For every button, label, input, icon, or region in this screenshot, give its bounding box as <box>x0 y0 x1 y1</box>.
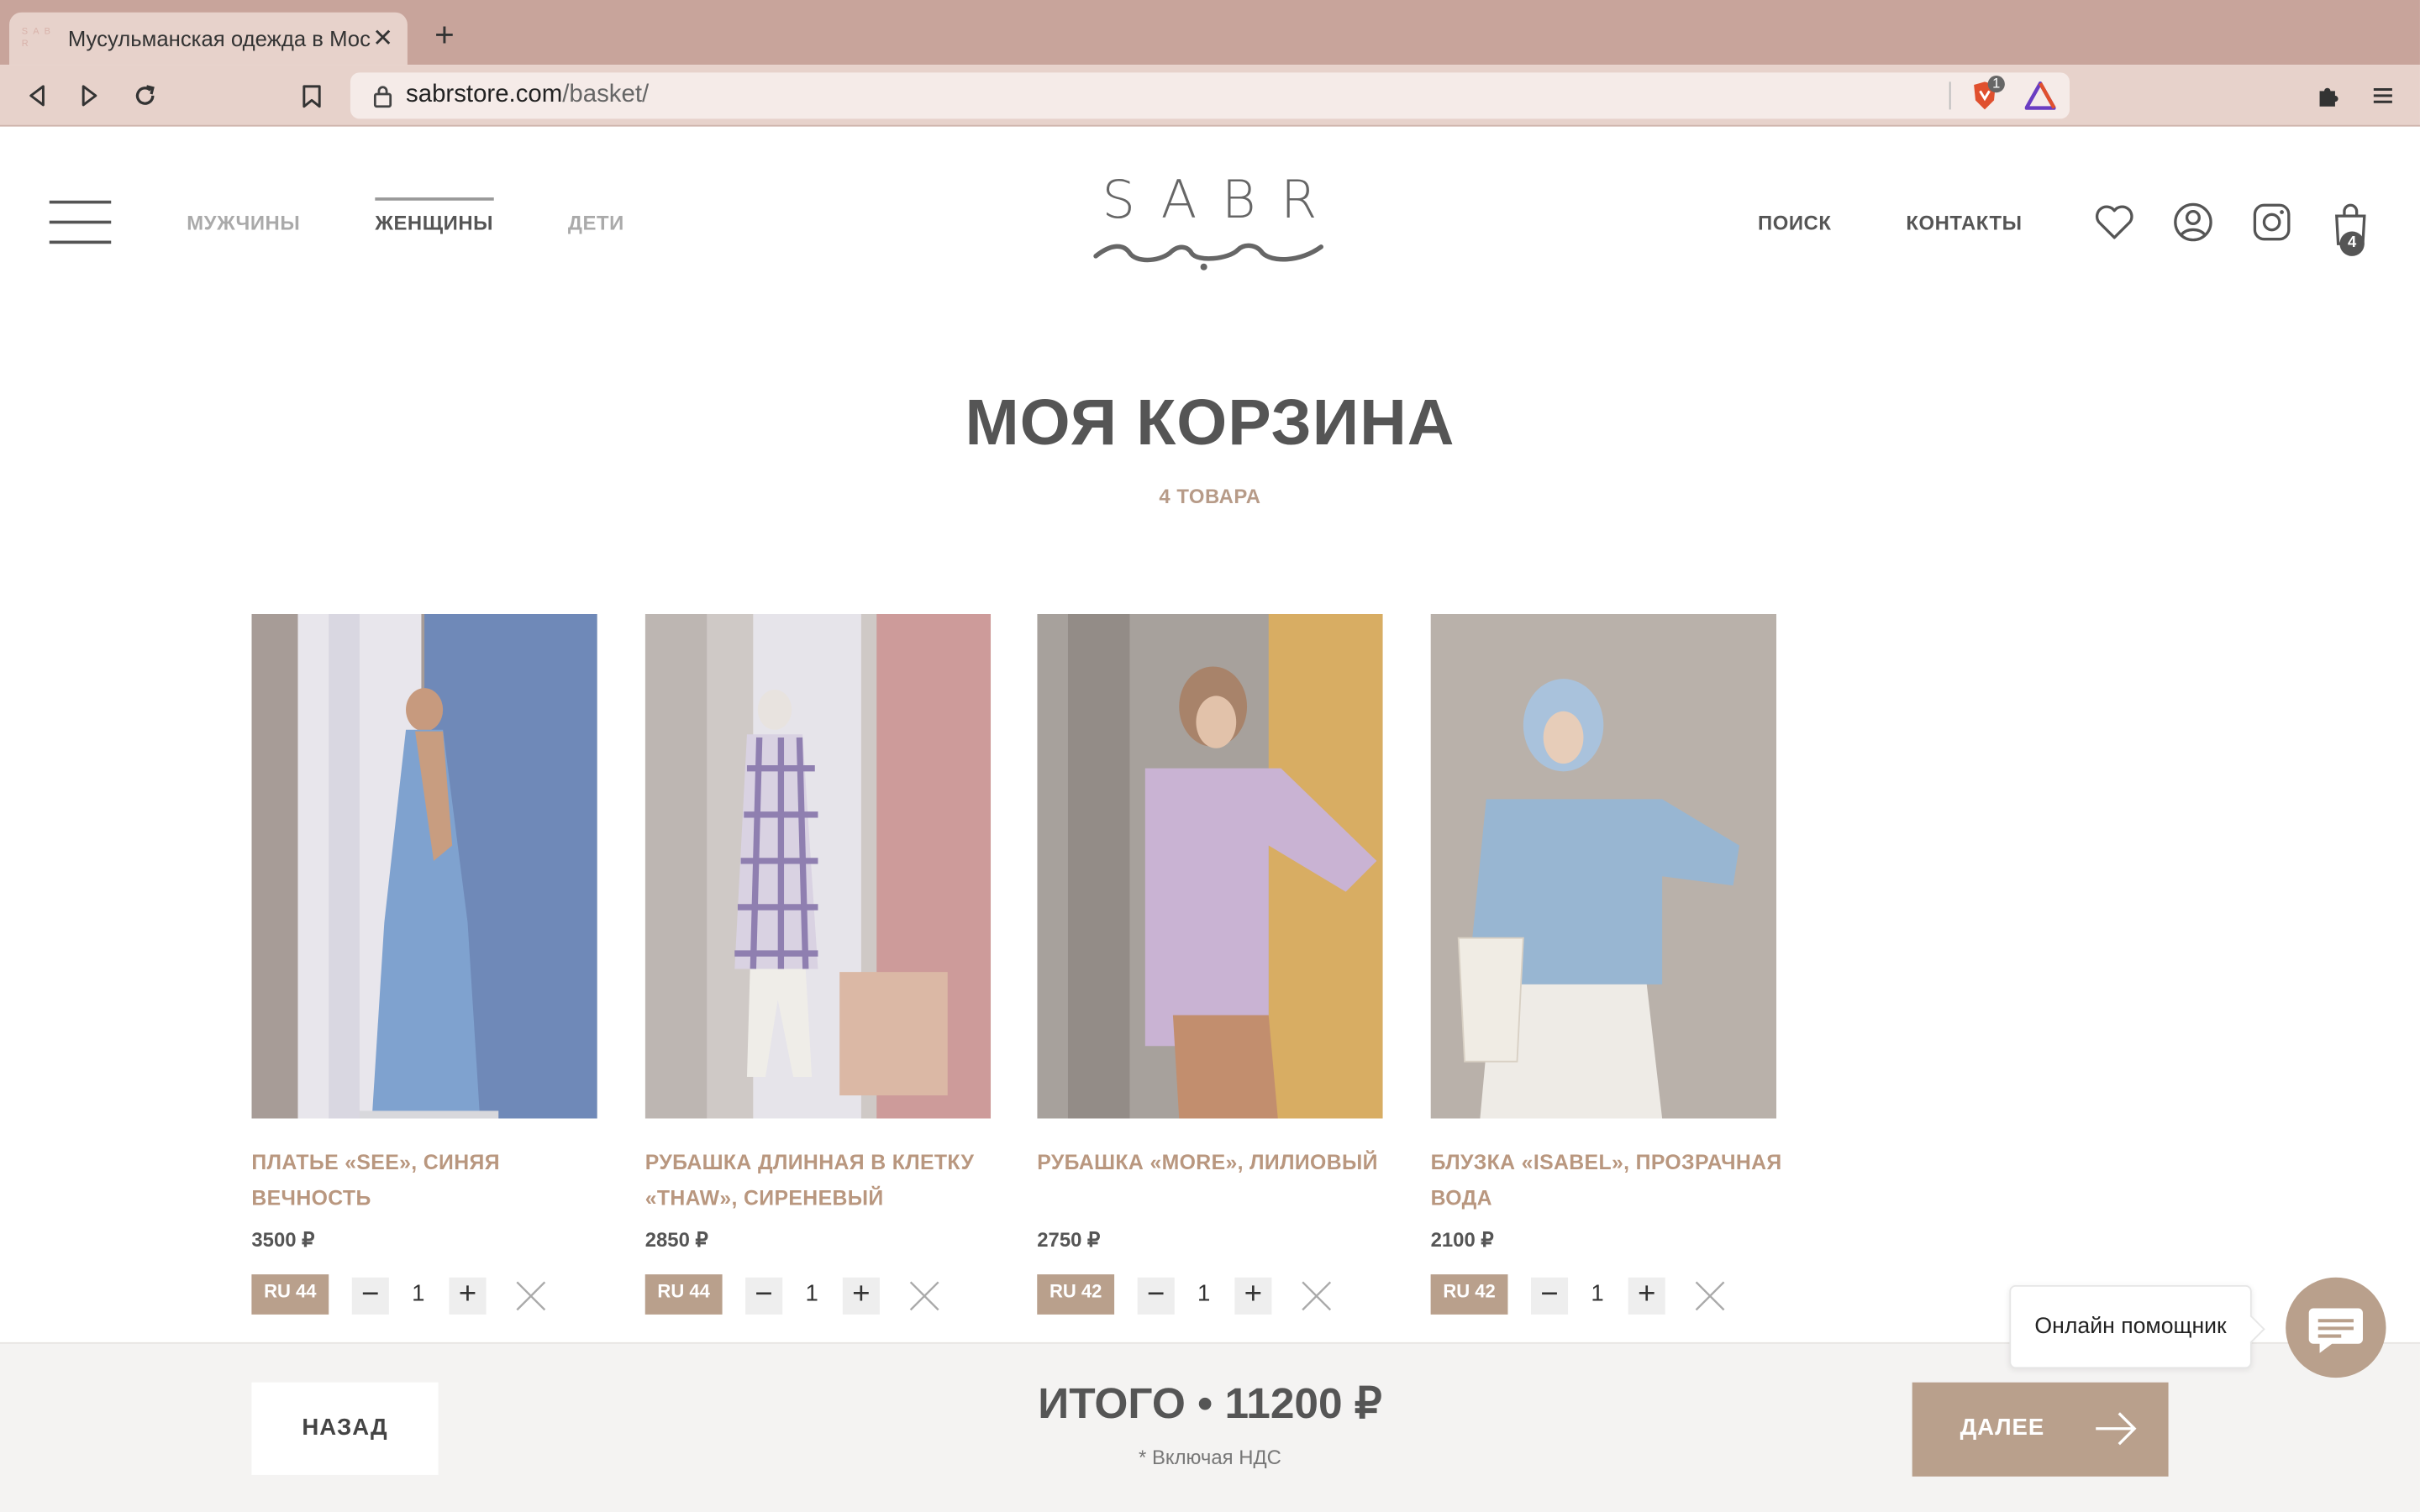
decrease-qty-button[interactable]: − <box>1531 1277 1569 1315</box>
address-bar[interactable]: sabrstore.com/basket/ 1 <box>350 72 2070 119</box>
product-name[interactable]: БЛУЗКА «ISABEL», ПРОЗРАЧНАЯ ВОДА <box>1431 1145 1786 1215</box>
browser-tabbar: S A B R Мусульманская одежда в Мос ✕ + <box>0 0 2420 66</box>
lock-icon <box>373 86 392 108</box>
logo-text: SABR <box>1102 170 1342 232</box>
nav-kids[interactable]: ДЕТИ <box>568 212 624 235</box>
product-price: 3500 ₽ <box>251 1228 315 1252</box>
back-arrow-icon[interactable] <box>18 77 55 114</box>
shield-badge: 1 <box>1987 75 2005 93</box>
extensions-icon[interactable] <box>2311 77 2348 114</box>
browser-tab[interactable]: S A B R Мусульманская одежда в Мос ✕ <box>9 12 408 66</box>
url-path: /basket/ <box>562 81 650 108</box>
chat-icon <box>2308 1308 2363 1353</box>
chat-tooltip[interactable]: Онлайн помощник <box>2009 1284 2252 1369</box>
quantity-value: 1 <box>1591 1280 1604 1307</box>
hamburger-menu-icon[interactable] <box>49 200 112 244</box>
increase-qty-button[interactable]: + <box>449 1277 487 1315</box>
items-count: 4 ТОВАРА <box>1159 484 1261 508</box>
product-name[interactable]: ПЛАТЬЕ «SEE», СИНЯЯ ВЕЧНОСТЬ <box>251 1145 606 1215</box>
remove-item-icon[interactable] <box>1693 1279 1727 1313</box>
decrease-qty-button[interactable]: − <box>1137 1277 1175 1315</box>
new-tab-button[interactable]: + <box>426 15 463 55</box>
nav-women[interactable]: ЖЕНЩИНЫ <box>375 197 493 234</box>
url-domain: sabrstore.com <box>406 81 563 108</box>
product-image[interactable] <box>644 614 992 1119</box>
favicon-icon: S A B R <box>21 28 52 50</box>
cart-count-badge: 4 <box>2339 231 2365 256</box>
logo-calligraphy-icon <box>1093 243 1323 270</box>
increase-qty-button[interactable]: + <box>1628 1277 1665 1315</box>
next-button[interactable]: ДАЛЕЕ <box>1912 1382 2169 1477</box>
reload-icon[interactable] <box>127 77 164 114</box>
page-title: МОЯ КОРЗИНА <box>965 386 1455 459</box>
size-badge: RU 42 <box>1037 1274 1115 1315</box>
product-image[interactable] <box>251 614 597 1119</box>
next-label: ДАЛЕЕ <box>1960 1415 2045 1441</box>
browser-toolbar: sabrstore.com/basket/ 1 <box>0 65 2420 127</box>
product-name[interactable]: РУБАШКА ДЛИННАЯ В КЛЕТКУ «THAW», СИРЕНЕВ… <box>645 1145 1000 1215</box>
item-controls: RU 42 − 1 + <box>1430 1274 1776 1315</box>
size-badge: RU 44 <box>251 1274 329 1315</box>
rewards-icon[interactable] <box>2024 81 2056 112</box>
item-controls: RU 44 − 1 + <box>251 1274 597 1315</box>
remove-item-icon[interactable] <box>1300 1279 1334 1313</box>
forward-arrow-icon[interactable] <box>71 77 108 114</box>
product-image[interactable] <box>1037 614 1383 1119</box>
remove-item-icon[interactable] <box>908 1279 941 1313</box>
instagram-icon[interactable] <box>2250 201 2293 244</box>
nav-men[interactable]: МУЖЧИНЫ <box>187 212 300 235</box>
bookmark-icon[interactable] <box>293 77 330 114</box>
arrow-right-icon <box>2096 1412 2137 1446</box>
tab-title: Мусульманская одежда в Мос <box>67 26 371 51</box>
site-logo[interactable]: SABR <box>1090 173 1331 272</box>
user-icon[interactable] <box>2171 201 2214 244</box>
chat-button[interactable] <box>2286 1277 2386 1378</box>
product-name[interactable]: РУБАШКА «MORE», ЛИЛИОВЫЙ <box>1037 1145 1392 1180</box>
increase-qty-button[interactable]: + <box>1234 1277 1272 1315</box>
product-price: 2850 ₽ <box>644 1228 708 1252</box>
cart-item: РУБАШКА «MORE», ЛИЛИОВЫЙ 2750 ₽ RU 42 − … <box>1037 614 1383 1315</box>
increase-qty-button[interactable]: + <box>842 1277 880 1315</box>
product-price: 2750 ₽ <box>1037 1228 1101 1252</box>
decrease-qty-button[interactable]: − <box>351 1277 389 1315</box>
close-tab-icon[interactable]: ✕ <box>371 24 395 55</box>
size-badge: RU 44 <box>644 1274 723 1315</box>
product-price: 2100 ₽ <box>1430 1228 1494 1252</box>
url-text: sabrstore.com/basket/ <box>406 81 649 109</box>
nav-search[interactable]: ПОИСК <box>1758 212 1831 235</box>
cart-item: ПЛАТЬЕ «SEE», СИНЯЯ ВЕЧНОСТЬ 3500 ₽ RU 4… <box>251 614 597 1315</box>
size-badge: RU 42 <box>1430 1274 1508 1315</box>
menu-icon[interactable] <box>2365 77 2402 114</box>
quantity-value: 1 <box>1197 1280 1211 1307</box>
viewport: S A B R Мусульманская одежда в Мос ✕ + s… <box>0 0 2420 1512</box>
quantity-value: 1 <box>805 1280 818 1307</box>
decrease-qty-button[interactable]: − <box>745 1277 783 1315</box>
nav-contacts[interactable]: КОНТАКТЫ <box>1906 212 2022 235</box>
quantity-value: 1 <box>412 1280 425 1307</box>
cart-item: РУБАШКА ДЛИННАЯ В КЛЕТКУ «THAW», СИРЕНЕВ… <box>644 614 992 1315</box>
item-controls: RU 44 − 1 + <box>644 1274 991 1315</box>
item-controls: RU 42 − 1 + <box>1037 1274 1382 1315</box>
url-separator <box>1949 81 1951 110</box>
heart-icon[interactable] <box>2093 201 2136 244</box>
product-image[interactable] <box>1430 614 1777 1119</box>
remove-item-icon[interactable] <box>514 1279 548 1313</box>
cart-item: БЛУЗКА «ISABEL», ПРОЗРАЧНАЯ ВОДА 2100 ₽ … <box>1430 614 1781 1315</box>
